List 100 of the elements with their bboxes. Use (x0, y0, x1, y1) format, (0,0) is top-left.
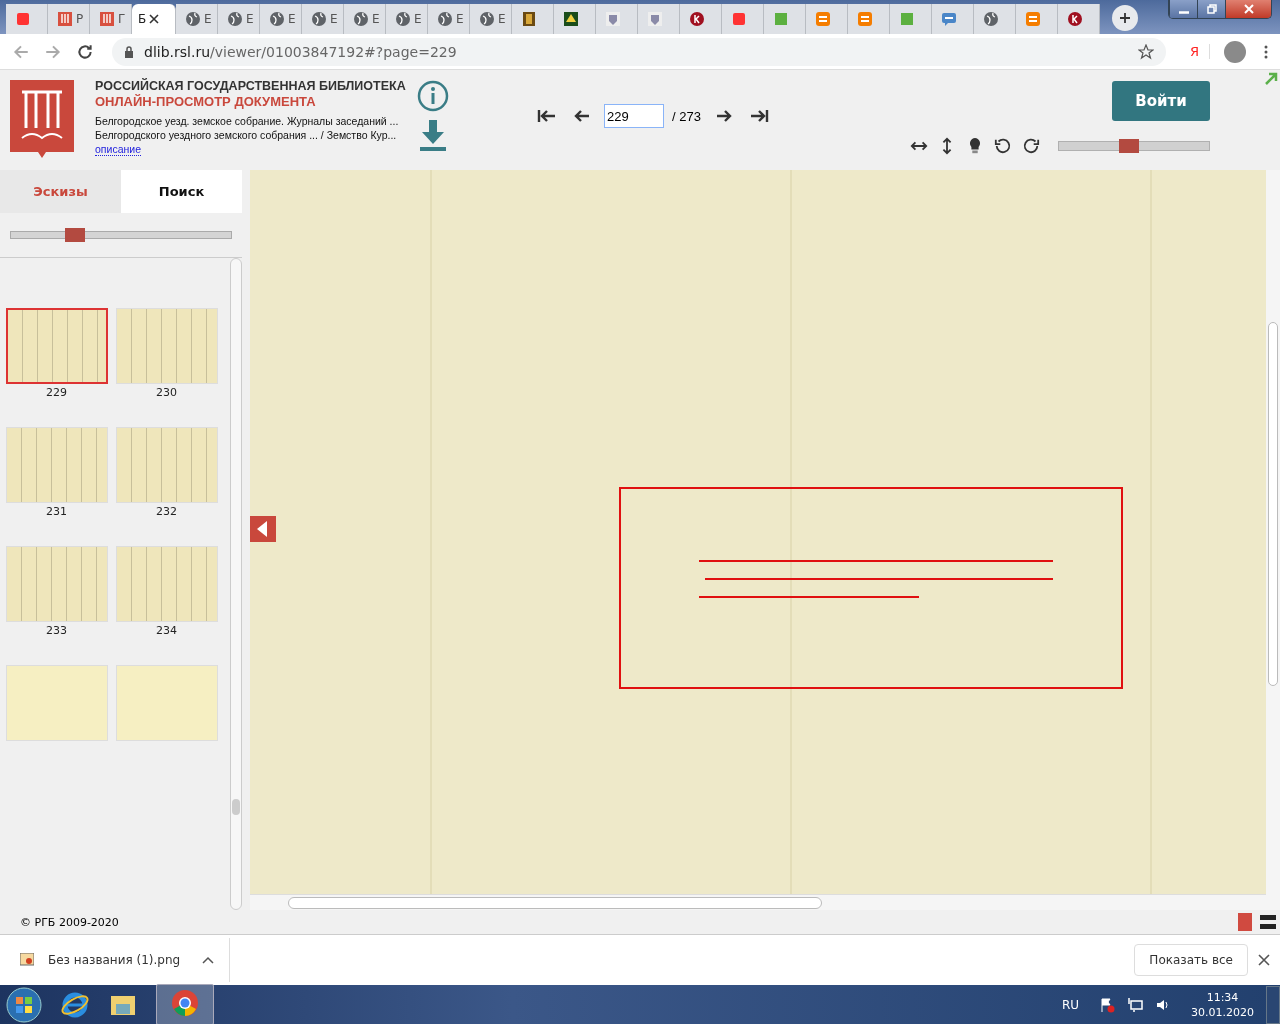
page-number: 230 (156, 386, 177, 399)
extension-button[interactable]: Я (1179, 44, 1210, 59)
browser-tab[interactable]: Б (132, 4, 176, 34)
sidebar-tab[interactable]: Поиск (121, 170, 242, 213)
site-icon (227, 11, 243, 27)
browser-tab[interactable] (974, 4, 1016, 34)
browser-tab[interactable]: Е (218, 4, 260, 34)
site-icon (269, 11, 285, 27)
browser-tab[interactable] (512, 4, 554, 34)
site-icon (57, 11, 73, 27)
browser-tab[interactable]: Е (344, 4, 386, 34)
site-icon (815, 11, 831, 27)
file-name: Без названия (1).png (48, 953, 181, 967)
download-icon[interactable] (419, 120, 447, 152)
browser-tab[interactable]: Е (386, 4, 428, 34)
minimize-button[interactable] (1169, 0, 1197, 18)
site-icon (899, 11, 915, 27)
address-field[interactable]: dlib.rsl.ru/viewer/01003847192#?page=229 (112, 37, 1166, 66)
restore-button[interactable] (1197, 0, 1225, 18)
rotate-left-icon[interactable] (994, 137, 1012, 155)
site-icon (353, 11, 369, 27)
page-total: / 273 (672, 108, 701, 124)
url-text: dlib.rsl.ru/viewer/01003847192#?page=229 (144, 43, 458, 60)
browser-tab[interactable]: Е (470, 4, 512, 34)
clock[interactable]: 11:34 30.01.2020 (1191, 989, 1254, 1020)
download-item[interactable]: Без названия (1).png (0, 938, 230, 982)
last-page-icon[interactable] (748, 109, 769, 123)
site-icon (857, 11, 873, 27)
minimize-icon (1178, 11, 1189, 14)
thumbnail-scrollbar[interactable] (230, 258, 242, 910)
site-icon (521, 11, 537, 27)
caret-icon[interactable] (202, 956, 215, 964)
image-file-icon (20, 953, 34, 967)
vertical-scrollbar[interactable] (1266, 170, 1280, 910)
network-icon[interactable] (1127, 996, 1143, 1013)
browser-tab[interactable] (554, 4, 596, 34)
restore-icon (1205, 3, 1218, 15)
flag-icon[interactable] (1099, 996, 1115, 1013)
site-icon (941, 11, 957, 27)
profile-avatar[interactable] (1224, 40, 1246, 63)
horizontal-scrollbar[interactable] (250, 894, 1266, 910)
sidebar-tab[interactable]: Эскизы (0, 170, 121, 213)
first-page-icon[interactable] (537, 109, 557, 123)
clock-date: 30.01.2020 (1191, 1004, 1254, 1020)
library-name: РОССИЙСКАЯ ГОСУДАРСТВЕННАЯ БИБЛИОТЕКА (95, 79, 405, 93)
site-icon (1025, 11, 1041, 27)
description-link[interactable]: описание (95, 143, 141, 156)
library-logo-icon (10, 80, 74, 160)
info-icon[interactable] (417, 80, 449, 112)
menu-icon[interactable] (1260, 914, 1276, 930)
page-number: 234 (156, 624, 177, 637)
browser-tab[interactable] (1058, 4, 1100, 34)
site-icon (99, 11, 115, 27)
site-icon (395, 11, 411, 27)
login-button[interactable]: Войти (1112, 81, 1210, 121)
page-number: 231 (46, 505, 67, 518)
browser-tab[interactable]: Е (428, 4, 470, 34)
document-description: Белгородское уезд. земское собрание. Журналы заседаний ... Белгородского уездного земского собрания ... / Земство Кур... (95, 115, 399, 141)
show-all-button[interactable]: Показать все (1134, 944, 1248, 976)
site-icon (15, 11, 31, 27)
browser-tab[interactable]: Е (302, 4, 344, 34)
clock-time: 11:34 (1206, 989, 1239, 1005)
site-icon (731, 11, 747, 27)
site-icon (185, 11, 201, 27)
browser-tab[interactable]: Е (176, 4, 218, 34)
reload-icon[interactable] (76, 42, 94, 61)
site-icon (605, 11, 621, 27)
page-thumbnail[interactable] (6, 308, 108, 384)
expand-arrow-icon[interactable] (1264, 72, 1278, 86)
browser-tab[interactable]: Р (48, 4, 90, 34)
bookmark-star-icon[interactable] (1137, 43, 1154, 60)
close-icon (1242, 3, 1255, 15)
chrome-icon[interactable] (170, 988, 200, 1018)
zoom-slider-thumb[interactable] (1118, 139, 1139, 153)
start-button[interactable] (6, 986, 42, 1023)
site-icon (647, 11, 663, 27)
site-icon (983, 11, 999, 27)
viewer-title: ОНЛАЙН-ПРОСМОТР ДОКУМЕНТА (95, 94, 317, 109)
plus-icon (1119, 12, 1131, 24)
site-icon (689, 11, 705, 27)
close-window-button[interactable] (1225, 0, 1271, 18)
site-icon (311, 11, 327, 27)
site-icon (479, 11, 495, 27)
language-indicator[interactable]: RU (1061, 997, 1079, 1012)
browser-tab[interactable] (680, 4, 722, 34)
thumbnail-size-thumb[interactable] (64, 228, 85, 242)
site-icon (437, 11, 453, 27)
site-icon (1067, 11, 1083, 27)
close-icon[interactable] (1258, 954, 1270, 966)
show-desktop-button[interactable] (1266, 985, 1280, 1024)
rotate-right-icon[interactable] (1022, 137, 1040, 155)
page-number: 233 (46, 624, 67, 637)
close-icon[interactable] (149, 14, 160, 24)
browser-tab[interactable]: Г (90, 4, 132, 34)
browser-tab[interactable]: Е (260, 4, 302, 34)
new-tab-button[interactable] (1112, 5, 1138, 31)
previous-page-icon[interactable] (250, 516, 276, 542)
menu-icon[interactable] (1264, 43, 1268, 60)
page-number-field[interactable]: 229 (604, 104, 664, 128)
site-icon (773, 11, 789, 27)
